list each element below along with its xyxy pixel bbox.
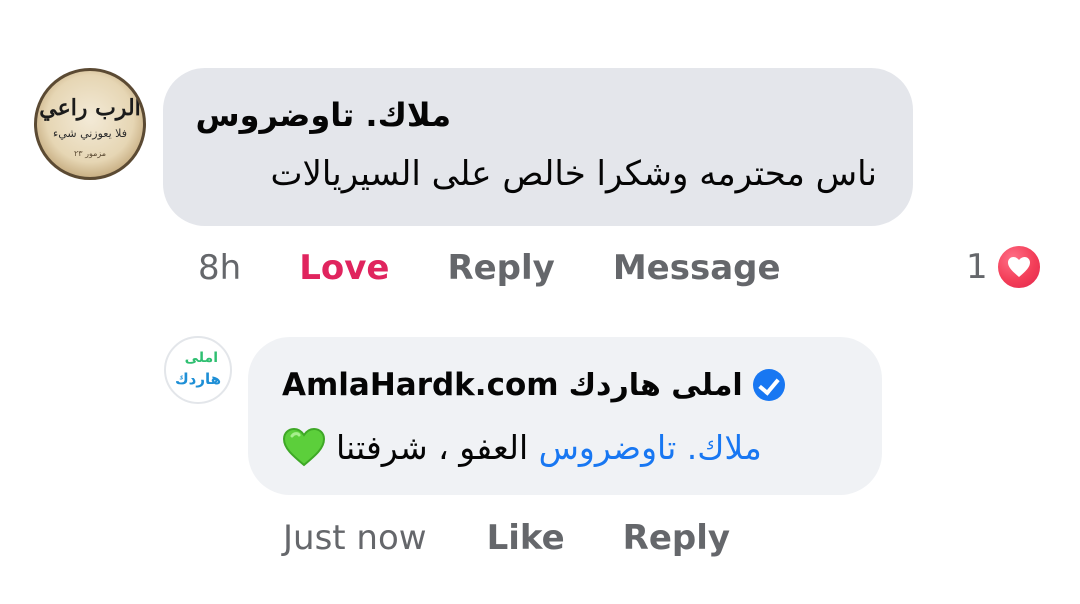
- love-heart-icon: [995, 244, 1042, 290]
- avatar-logo-foot: مزمور ٢٣: [73, 149, 107, 158]
- reply-button[interactable]: Reply: [447, 248, 554, 288]
- reply-page-domain[interactable]: AmlaHardk.com: [282, 367, 559, 403]
- reply-bubble: AmlaHardk.com املى هاردك ملاك. تاوضروس ا…: [248, 337, 882, 495]
- message-button[interactable]: Message: [613, 248, 781, 288]
- reply-text: ملاك. تاوضروس العفو ، شرفتنا: [336, 428, 762, 467]
- comment-author-name[interactable]: ملاك. تاوضروس: [195, 96, 451, 134]
- comment-actions: 8h Love Reply Message: [198, 244, 781, 292]
- avatar-logo-text: الرب راعي: [39, 95, 141, 121]
- comment-text: ناس محترمه وشكرا خالص على السيريالات: [270, 154, 877, 194]
- reply-actions: Just now Like Reply: [283, 514, 730, 562]
- comment-thread: الرب راعي فلا يعوزني شيء مزمور ٢٣ ملاك. …: [0, 0, 1080, 604]
- reply-timestamp[interactable]: Just now: [283, 518, 427, 558]
- reply-to-reply-button[interactable]: Reply: [623, 518, 730, 558]
- comment-bubble: ملاك. تاوضروس ناس محترمه وشكرا خالص على …: [163, 68, 913, 226]
- page-avatar-logo-bottom: هاردك: [174, 370, 222, 388]
- page-avatar-logo-top: املى: [184, 350, 218, 366]
- love-reaction-button[interactable]: Love: [299, 248, 389, 288]
- green-heart-icon: [282, 427, 326, 467]
- like-button[interactable]: Like: [487, 518, 565, 558]
- reply-author-row: AmlaHardk.com املى هاردك: [282, 363, 785, 407]
- page-avatar[interactable]: املى هاردك: [164, 336, 232, 404]
- reply-content-row: ملاك. تاوضروس العفو ، شرفتنا: [282, 423, 762, 471]
- reaction-summary[interactable]: 1: [966, 242, 1042, 292]
- verified-badge-icon: [752, 369, 785, 401]
- avatar-logo-subtext: فلا يعوزني شيء: [53, 127, 127, 140]
- reply-page-name[interactable]: املى هاردك: [569, 368, 743, 403]
- heart-glyph-icon: [1007, 257, 1030, 277]
- reaction-count: 1: [966, 247, 988, 287]
- commenter-avatar[interactable]: الرب راعي فلا يعوزني شيء مزمور ٢٣: [34, 68, 146, 180]
- reply-message: العفو ، شرفتنا: [336, 427, 529, 467]
- mention-link[interactable]: ملاك. تاوضروس: [539, 428, 762, 467]
- comment-timestamp[interactable]: 8h: [198, 248, 241, 288]
